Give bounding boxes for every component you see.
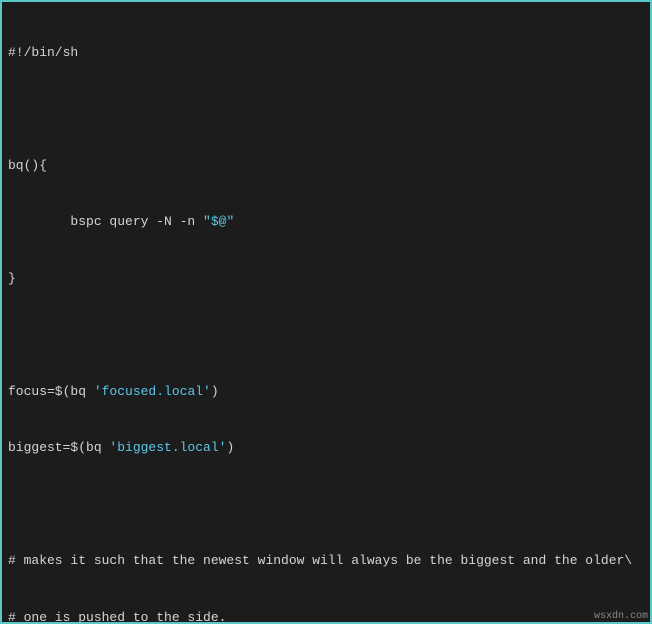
- code-line-2: [8, 100, 644, 119]
- code-line-7: focus=$(bq 'focused.local'): [8, 383, 644, 402]
- code-line-3: bq(){: [8, 157, 644, 176]
- code-line-10: # makes it such that the newest window w…: [8, 552, 644, 571]
- code-line-11: # one is pushed to the side.: [8, 609, 644, 624]
- code-line-4: bspc query -N -n "$@": [8, 213, 644, 232]
- editor-area: #!/bin/sh bq(){ bspc query -N -n "$@" } …: [2, 2, 650, 624]
- terminal-container: #!/bin/sh bq(){ bspc query -N -n "$@" } …: [0, 0, 652, 624]
- code-line-5: }: [8, 270, 644, 289]
- watermark: wsxdn.com: [594, 611, 648, 622]
- code-line-9: [8, 496, 644, 515]
- code-line-6: [8, 326, 644, 345]
- code-line-1: #!/bin/sh: [8, 44, 644, 63]
- code-line-8: biggest=$(bq 'biggest.local'): [8, 439, 644, 458]
